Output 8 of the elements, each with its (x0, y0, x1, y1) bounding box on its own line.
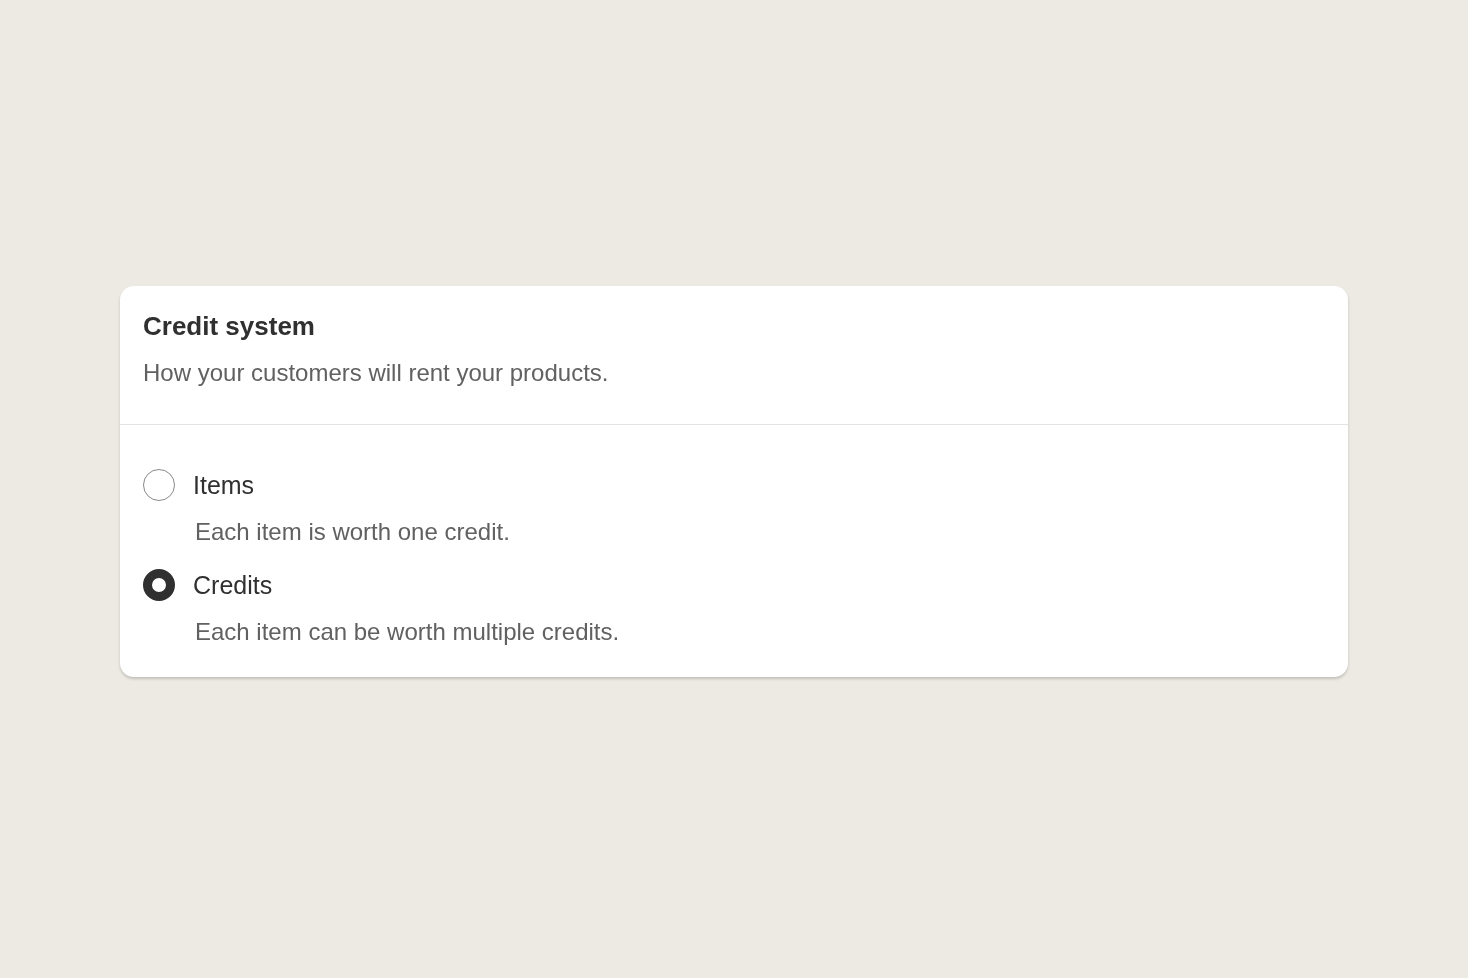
radio-button[interactable] (143, 569, 175, 601)
option-help-text: Each item is worth one credit. (195, 517, 511, 547)
card-description: How your customers will rent your products. (143, 358, 610, 388)
radio-button[interactable] (143, 469, 175, 501)
option-help-text: Each item can be worth multiple credits. (195, 617, 621, 647)
option-label[interactable]: Credits (193, 569, 273, 601)
card-title: Credit system (143, 310, 316, 342)
option-label[interactable]: Items (193, 469, 255, 501)
